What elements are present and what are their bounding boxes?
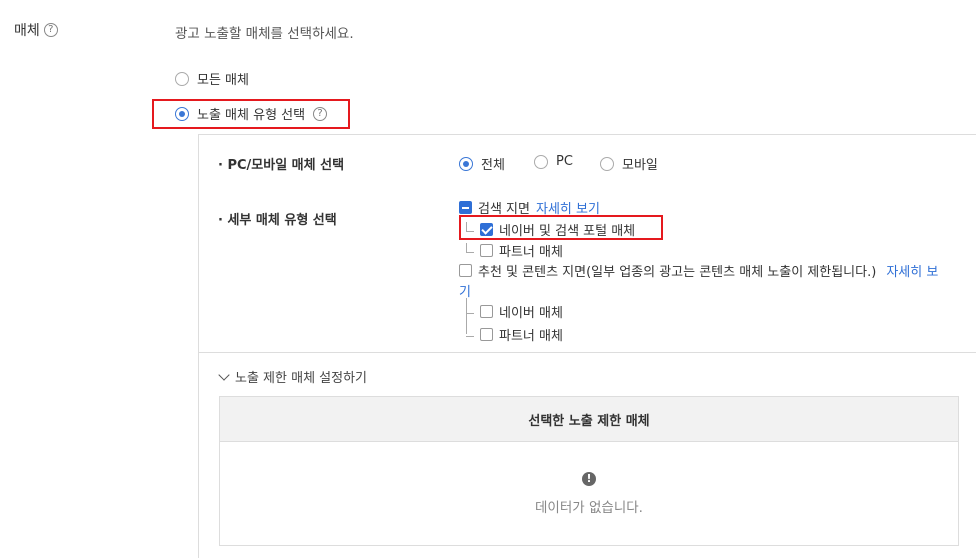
content-group-detail-link[interactable]: 자세히 보 — [886, 261, 938, 280]
help-icon[interactable]: ? — [313, 106, 328, 121]
radio-device-all[interactable]: 전체 — [459, 154, 505, 173]
radio-select-type-circle[interactable] — [175, 106, 189, 121]
restrict-media-toggle[interactable]: 노출 제한 매체 설정하기 — [218, 367, 367, 386]
panel-divider — [199, 352, 976, 353]
radio-all-media-label: 모든 매체 — [197, 73, 249, 88]
content-group-label: 추천 및 콘텐츠 지면(일부 업종의 광고는 콘텐츠 매체 노출이 제한됩니다.… — [478, 265, 877, 280]
restricted-media-table-body: ! 데이터가 없습니다. — [220, 442, 958, 545]
radio-device-pc-label: PC — [556, 154, 573, 169]
radio-select-type[interactable]: 노출 매체 유형 선택 ? — [175, 104, 328, 123]
radio-select-type-label: 노출 매체 유형 선택 — [197, 108, 306, 123]
help-icon[interactable]: ? — [43, 23, 58, 37]
checkbox-naver-search-box[interactable] — [480, 223, 493, 236]
tree-connector — [466, 242, 474, 253]
radio-device-mobile-label: 모바일 — [622, 158, 658, 173]
tree-connector — [466, 221, 474, 232]
checkbox-content-group[interactable]: 추천 및 콘텐츠 지면(일부 업종의 광고는 콘텐츠 매체 노출이 제한됩니다.… — [459, 261, 938, 280]
radio-device-pc[interactable]: PC — [534, 154, 573, 169]
radio-device-pc-circle[interactable] — [534, 154, 548, 169]
device-section-label: · PC/모바일 매체 선택 — [218, 158, 345, 173]
radio-all-media-circle[interactable] — [175, 71, 189, 86]
checkbox-content-partner[interactable]: 파트너 매체 — [466, 325, 563, 344]
alert-icon: ! — [582, 471, 596, 486]
restricted-media-table-header: 선택한 노출 제한 매체 — [220, 397, 958, 442]
checkbox-content-naver[interactable]: 네이버 매체 — [466, 302, 563, 321]
tree-connector — [466, 327, 474, 337]
chevron-down-icon — [218, 368, 230, 381]
media-label: 매체 ? — [14, 20, 58, 40]
detail-section-label: · 세부 매체 유형 선택 — [218, 213, 337, 228]
content-partner-label: 파트너 매체 — [499, 329, 563, 344]
content-group-detail-link-wrap[interactable]: 기 — [459, 281, 471, 300]
radio-device-all-circle[interactable] — [459, 156, 473, 171]
checkbox-content-partner-box[interactable] — [480, 328, 493, 341]
radio-device-mobile[interactable]: 모바일 — [600, 154, 658, 173]
checkbox-search-partner[interactable]: 파트너 매체 — [466, 241, 563, 260]
restrict-media-toggle-label: 노출 제한 매체 설정하기 — [235, 371, 367, 386]
media-label-text: 매체 — [14, 23, 40, 39]
search-partner-label: 파트너 매체 — [499, 245, 563, 260]
radio-device-mobile-circle[interactable] — [600, 156, 614, 171]
checkbox-content-group-box[interactable] — [459, 264, 472, 277]
radio-device-all-label: 전체 — [481, 158, 505, 173]
radio-all-media[interactable]: 모든 매체 — [175, 69, 249, 88]
checkbox-naver-search[interactable]: 네이버 및 검색 포털 매체 — [466, 220, 635, 239]
content-naver-label: 네이버 매체 — [499, 306, 563, 321]
media-instruction: 광고 노출할 매체를 선택하세요. — [175, 26, 354, 42]
restricted-media-table: 선택한 노출 제한 매체 ! 데이터가 없습니다. — [219, 396, 959, 546]
empty-state-text: 데이터가 없습니다. — [535, 499, 643, 516]
checkbox-search-partner-box[interactable] — [480, 244, 493, 257]
checkbox-content-naver-box[interactable] — [480, 305, 493, 318]
naver-search-label: 네이버 및 검색 포털 매체 — [499, 224, 636, 239]
checkbox-search-group-box[interactable] — [459, 201, 472, 214]
tree-connector — [466, 304, 474, 314]
